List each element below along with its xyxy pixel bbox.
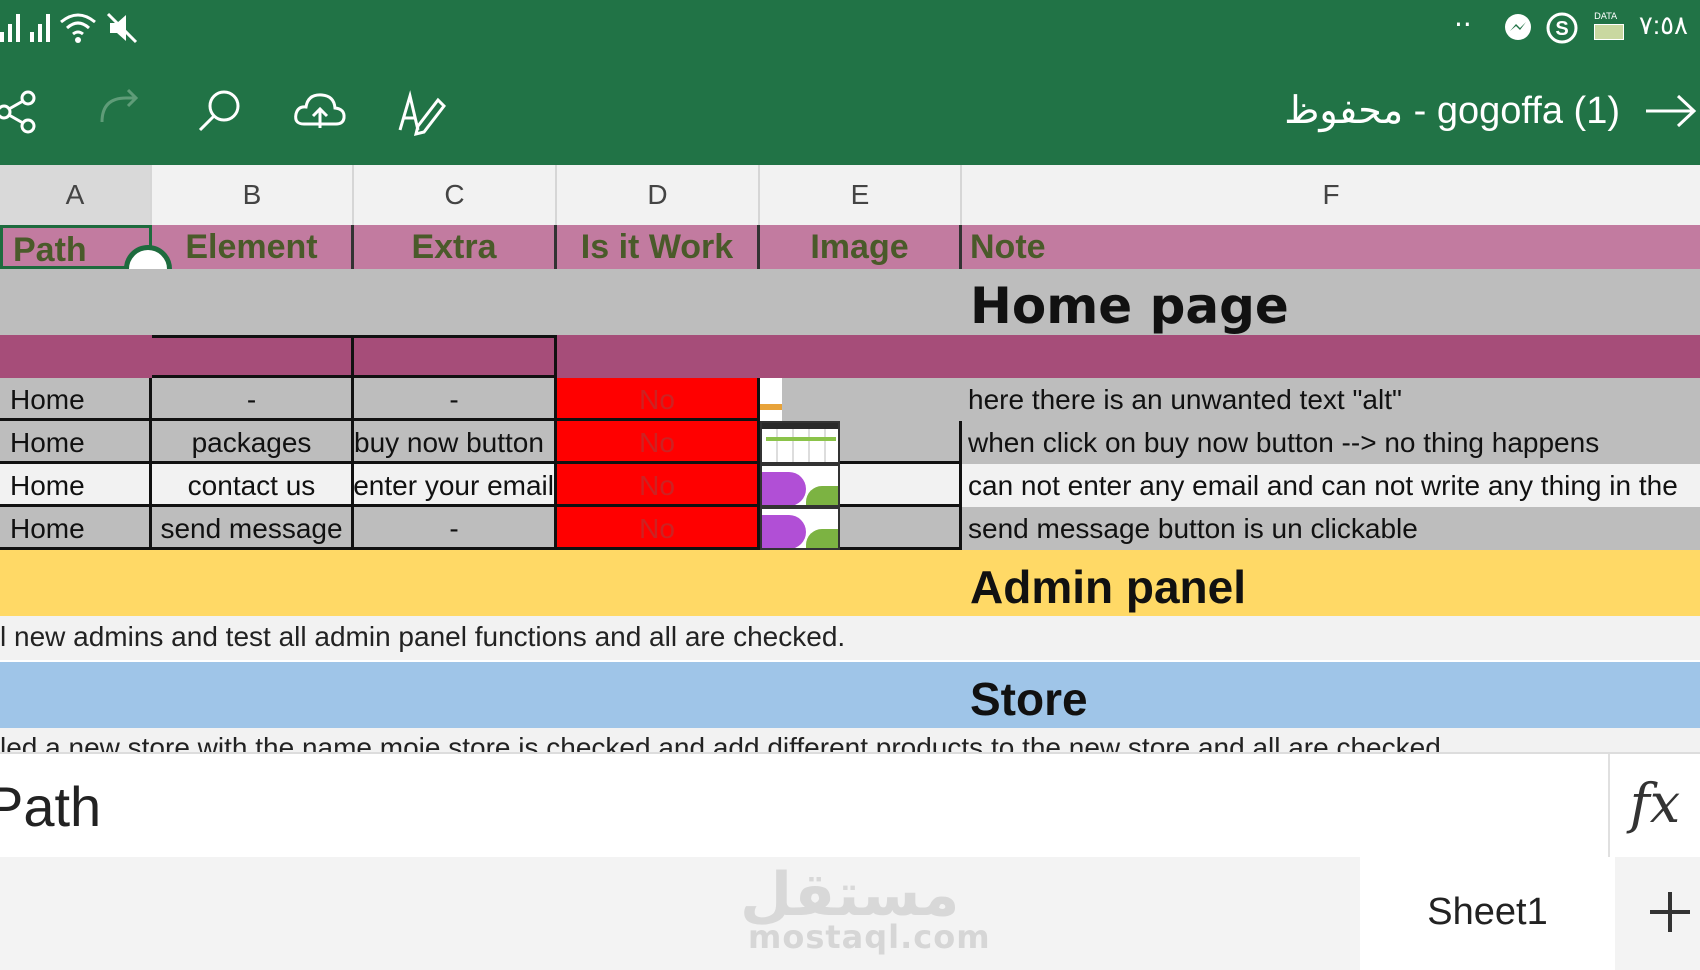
document-title: محفوظ - gogoffa (1)	[1284, 90, 1620, 132]
home-section-row	[0, 269, 1700, 335]
cell-d1-is-it-work[interactable]: Is it Work	[557, 225, 760, 269]
svg-text:S: S	[1555, 18, 1568, 40]
purple-cell-b[interactable]	[152, 335, 354, 378]
admin-section-row	[0, 550, 1700, 616]
table-row-4-note[interactable]: send message button is un clickable	[962, 507, 1700, 550]
table-row-2-element[interactable]: packages	[152, 421, 354, 464]
table-row-3-element[interactable]: contact us	[152, 464, 354, 507]
home-section-title: Home page	[970, 277, 1289, 335]
clock: ٧:٥٨	[1638, 10, 1688, 40]
cell-f1-note[interactable]: Note	[962, 225, 1700, 269]
table-row-2-work[interactable]: No	[557, 421, 760, 464]
column-header-d[interactable]: D	[557, 165, 760, 225]
data-label: DATA	[1594, 12, 1618, 22]
battery-icon: DATA	[1594, 12, 1624, 40]
column-headers: A B C D E F	[0, 165, 1700, 227]
admin-section-title: Admin panel	[970, 561, 1247, 613]
store-note-row: led a new store with the name moje store…	[0, 728, 1700, 752]
wifi-icon	[60, 13, 96, 43]
watermark-latin: mostaql.com	[748, 918, 991, 956]
column-header-c[interactable]: C	[354, 165, 557, 225]
pen-icon[interactable]	[392, 82, 452, 142]
cell-e1-image[interactable]: Image	[760, 225, 962, 269]
table-row-1-work[interactable]: No	[557, 378, 760, 421]
search-icon[interactable]	[190, 82, 250, 142]
table-row-1-element[interactable]: -	[152, 378, 354, 421]
table-row-3-extra[interactable]: enter your email	[354, 464, 557, 507]
share-icon[interactable]	[0, 82, 50, 142]
table-row-3-extra-text: enter your email	[354, 470, 554, 501]
table-row-2-note[interactable]: when click on buy now button --> no thin…	[962, 421, 1700, 464]
signal-icon	[30, 14, 54, 42]
arrow-right-icon[interactable]	[1640, 86, 1700, 136]
table-row-1-path[interactable]: Home	[0, 378, 152, 421]
table-row-3-work[interactable]: No	[557, 464, 760, 507]
table-row-4-work[interactable]: No	[557, 507, 760, 550]
signal-icon	[0, 14, 22, 42]
image-thumbnail[interactable]	[760, 507, 840, 550]
table-row-2-extra[interactable]: buy now button	[354, 421, 557, 464]
table-row-3-path[interactable]: Home	[0, 464, 152, 507]
sheet-tab-sheet1[interactable]: Sheet1	[1360, 857, 1615, 970]
fx-icon[interactable]: fx	[1608, 754, 1700, 857]
status-bar: ·· S DATA ٧:٥٨	[0, 0, 1700, 60]
column-header-f[interactable]: F	[962, 165, 1700, 225]
formula-input[interactable]: Path	[0, 774, 101, 839]
table-row-4-element[interactable]: send message	[152, 507, 354, 550]
image-thumbnail[interactable]	[760, 421, 840, 464]
messenger-icon	[1505, 14, 1531, 40]
skype-icon: S	[1546, 12, 1578, 44]
mute-icon	[106, 12, 138, 44]
table-row-2-path[interactable]: Home	[0, 421, 152, 464]
table-row-4-path[interactable]: Home	[0, 507, 152, 550]
image-thumbnail[interactable]	[760, 378, 782, 421]
table-row-3-note[interactable]: can not enter any email and can not writ…	[962, 464, 1700, 507]
column-header-a[interactable]: A	[0, 165, 152, 225]
cloud-upload-icon[interactable]	[290, 82, 350, 142]
store-section-row	[0, 662, 1700, 728]
formula-bar: Path fx	[0, 752, 1700, 861]
purple-cell-c[interactable]	[354, 335, 557, 378]
column-header-e[interactable]: E	[760, 165, 962, 225]
cell-c1-extra[interactable]: Extra	[354, 225, 557, 269]
store-section-title: Store	[970, 673, 1088, 725]
image-thumbnail[interactable]	[760, 464, 840, 507]
table-row-4-extra[interactable]: -	[354, 507, 557, 550]
store-note[interactable]: led a new store with the name moje store…	[0, 732, 1441, 752]
add-sheet-icon[interactable]	[1640, 882, 1700, 942]
app-header: ·· S DATA ٧:٥٨ محفوظ - gogoffa (1)	[0, 0, 1700, 165]
table-row-1-note[interactable]: here there is an unwanted text "alt"	[962, 378, 1700, 421]
dots-icon: ··	[1454, 8, 1472, 41]
cell-b1-element[interactable]: Element	[152, 225, 354, 269]
column-header-b[interactable]: B	[152, 165, 354, 225]
redo-icon[interactable]	[90, 82, 150, 142]
table-row-1-extra[interactable]: -	[354, 378, 557, 421]
admin-note[interactable]: l new admins and test all admin panel fu…	[0, 621, 845, 653]
